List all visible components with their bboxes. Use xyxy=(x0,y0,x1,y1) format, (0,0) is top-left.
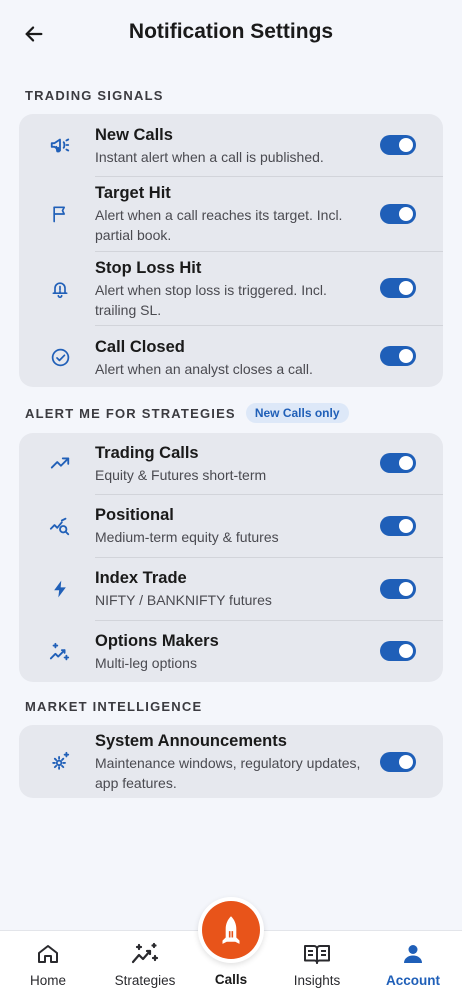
setting-title: Stop Loss Hit xyxy=(95,259,202,277)
toggle-call-closed[interactable] xyxy=(380,346,416,366)
setting-description: Medium-term equity & futures xyxy=(95,529,279,545)
card-market-intelligence: System Announcements Maintenance windows… xyxy=(19,725,443,798)
toggle-target-hit[interactable] xyxy=(380,204,416,224)
strategies-icon xyxy=(131,941,159,967)
header: Notification Settings xyxy=(0,0,462,68)
setting-title: Index Trade xyxy=(95,569,187,587)
setting-title: Trading Calls xyxy=(95,444,199,462)
toggle-new-calls[interactable] xyxy=(380,135,416,155)
section-label-market-intelligence: MARKET INTELLIGENCE xyxy=(25,699,202,714)
section-title: MARKET INTELLIGENCE xyxy=(25,699,203,714)
setting-row-target-hit: Target Hit Alert when a call reaches its… xyxy=(19,177,443,251)
calls-fab-button[interactable] xyxy=(198,897,264,963)
setting-title: Call Closed xyxy=(95,338,185,356)
nav-label: Insights xyxy=(293,973,341,988)
toggle-knob xyxy=(399,138,413,152)
nav-label: Strategies xyxy=(114,973,176,988)
toggle-system-announcements[interactable] xyxy=(380,752,416,772)
setting-row-index-trade: Index Trade NIFTY / BANKNIFTY futures xyxy=(19,558,443,620)
sparkle-trend-icon xyxy=(47,639,73,665)
gear-sparkle-icon xyxy=(47,749,73,775)
toggle-positional[interactable] xyxy=(380,516,416,536)
toggle-knob xyxy=(399,456,413,470)
setting-description: Alert when a call reaches its target. In… xyxy=(95,207,343,243)
toggle-knob xyxy=(399,644,413,658)
setting-row-call-closed: Call Closed Alert when an analyst closes… xyxy=(19,326,443,387)
setting-description: NIFTY / BANKNIFTY futures xyxy=(95,592,272,608)
toggle-knob xyxy=(399,582,413,596)
setting-row-stop-loss-hit: Stop Loss Hit Alert when stop loss is tr… xyxy=(19,252,443,325)
nav-item-home[interactable]: Home xyxy=(2,931,94,1000)
section-label-strategies: ALERT ME FOR STRATEGIES New Calls only xyxy=(25,403,349,423)
toggle-index-trade[interactable] xyxy=(380,579,416,599)
setting-row-new-calls: New Calls Instant alert when a call is p… xyxy=(19,114,443,176)
setting-title: Options Makers xyxy=(95,632,219,650)
book-icon xyxy=(303,941,331,967)
toggle-knob xyxy=(399,755,413,769)
toggle-stop-loss-hit[interactable] xyxy=(380,278,416,298)
toggle-trading-calls[interactable] xyxy=(380,453,416,473)
toggle-knob xyxy=(399,207,413,221)
card-trading-signals: New Calls Instant alert when a call is p… xyxy=(19,114,443,387)
setting-description: Multi-leg options xyxy=(95,655,197,671)
setting-title: Target Hit xyxy=(95,184,171,202)
home-icon xyxy=(36,941,60,967)
megaphone-icon xyxy=(47,132,73,158)
section-title: ALERT ME FOR STRATEGIES xyxy=(25,405,236,421)
bell-alert-icon xyxy=(47,276,73,302)
fab-inner xyxy=(202,901,260,959)
new-calls-only-badge: New Calls only xyxy=(245,403,349,423)
setting-title: System Announcements xyxy=(95,732,287,750)
section-title: TRADING SIGNALS xyxy=(25,88,164,103)
setting-row-system-announcements: System Announcements Maintenance windows… xyxy=(19,725,443,798)
setting-row-trading-calls: Trading Calls Equity & Futures short-ter… xyxy=(19,433,443,494)
nav-item-insights[interactable]: Insights xyxy=(271,931,363,1000)
setting-description: Instant alert when a call is published. xyxy=(95,149,324,165)
section-label-trading-signals: TRADING SIGNALS xyxy=(25,88,164,103)
rocket-icon xyxy=(222,916,240,944)
nav-item-strategies[interactable]: Strategies xyxy=(99,931,191,1000)
setting-description: Alert when an analyst closes a call. xyxy=(95,361,313,377)
toggle-options-makers[interactable] xyxy=(380,641,416,661)
page-title: Notification Settings xyxy=(128,20,334,43)
nav-item-account[interactable]: Account xyxy=(367,931,459,1000)
check-circle-icon xyxy=(47,344,73,370)
toggle-knob xyxy=(399,281,413,295)
setting-description: Maintenance windows, regulatory updates,… xyxy=(95,755,361,791)
setting-row-options-makers: Options Makers Multi-leg options xyxy=(19,621,443,682)
setting-title: Positional xyxy=(95,506,174,524)
toggle-knob xyxy=(399,349,413,363)
toggle-knob xyxy=(399,519,413,533)
flag-icon xyxy=(47,201,73,227)
setting-description: Alert when stop loss is triggered. Incl.… xyxy=(95,282,327,318)
user-icon xyxy=(401,941,425,967)
setting-title: New Calls xyxy=(95,126,173,144)
setting-row-positional: Positional Medium-term equity & futures xyxy=(19,495,443,557)
nav-item-calls-label[interactable]: Calls xyxy=(185,972,277,987)
nav-label: Home xyxy=(29,973,66,988)
setting-description: Equity & Futures short-term xyxy=(95,467,267,483)
card-strategies: Trading Calls Equity & Futures short-ter… xyxy=(19,433,443,682)
nav-label: Account xyxy=(386,973,440,988)
chart-search-icon xyxy=(47,513,73,539)
lightning-icon xyxy=(47,576,73,602)
trending-up-icon xyxy=(47,450,73,476)
